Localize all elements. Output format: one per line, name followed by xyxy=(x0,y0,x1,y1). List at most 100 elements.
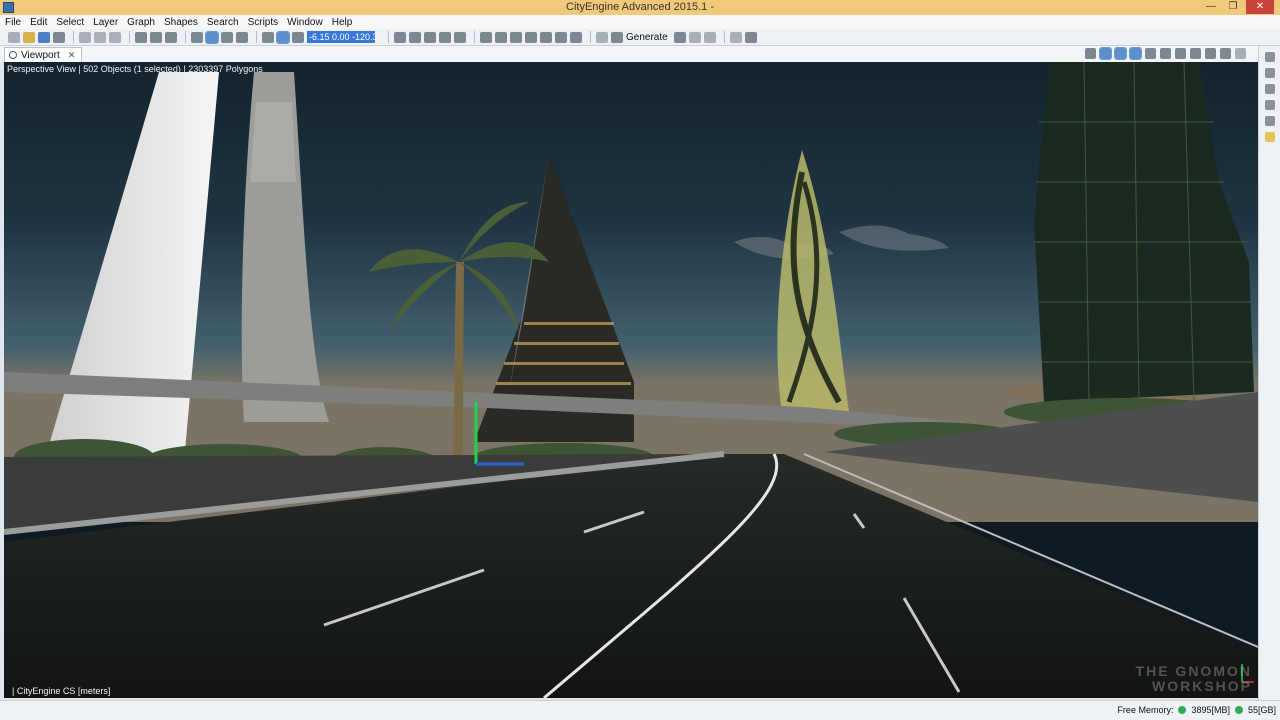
window-title: CityEngine Advanced 2015.1 - xyxy=(566,1,714,13)
snap-icon[interactable] xyxy=(262,31,274,43)
graph-icon[interactable] xyxy=(570,31,582,43)
main-toolbar: -6.15 0.00 -120.39 Generate xyxy=(0,29,1280,46)
scale-icon[interactable] xyxy=(165,31,177,43)
lighting-icon[interactable] xyxy=(1145,48,1156,59)
panel-restore-icon[interactable] xyxy=(1264,84,1275,94)
wireframe-icon[interactable] xyxy=(1099,47,1112,60)
cube-icon[interactable] xyxy=(480,31,492,43)
free-memory-label: Free Memory: xyxy=(1117,705,1174,715)
move-icon[interactable] xyxy=(135,31,147,43)
sun-icon[interactable] xyxy=(729,31,742,43)
polygon-tool-icon[interactable] xyxy=(424,31,436,43)
merge-icon[interactable] xyxy=(510,31,522,43)
coordinates-field[interactable]: -6.15 0.00 -120.39 xyxy=(307,31,375,43)
frame-icon[interactable] xyxy=(221,31,233,43)
viewport-3d-scene[interactable]: Perspective View | 502 Objects (1 select… xyxy=(4,62,1258,698)
restore-panel-icon[interactable] xyxy=(1264,52,1275,62)
layer-icon[interactable] xyxy=(555,31,567,43)
shading-icon[interactable] xyxy=(1114,47,1127,60)
tower-facade xyxy=(250,102,296,182)
panel-restore-icon[interactable] xyxy=(1264,116,1275,126)
menu-select[interactable]: Select xyxy=(56,17,84,28)
viewport-tab-label: Viewport xyxy=(21,49,60,61)
shadow-icon[interactable] xyxy=(1160,48,1171,59)
hud-polygon-count: 2303397 Polygons xyxy=(188,64,263,74)
watermark-line: WORKSHOP xyxy=(1152,678,1252,694)
hud-separator: | xyxy=(183,64,186,74)
close-button[interactable]: ✕ xyxy=(1246,0,1274,14)
viewport-hud: Perspective View | 502 Objects (1 select… xyxy=(7,64,263,74)
gnomon-watermark: THE GNOMON WORKSHOP xyxy=(1136,664,1252,694)
menu-file[interactable]: File xyxy=(5,17,21,28)
viewport-tab-strip: Viewport ✕ xyxy=(0,46,1280,62)
texture-icon[interactable] xyxy=(1129,47,1142,60)
clean-icon[interactable] xyxy=(703,31,716,43)
console-icon[interactable] xyxy=(1264,132,1275,142)
view-settings-icon[interactable] xyxy=(1085,48,1096,59)
copy-icon[interactable] xyxy=(94,31,106,43)
hud-separator: | xyxy=(78,64,81,74)
grid-icon[interactable] xyxy=(1175,48,1186,59)
hud-separator: | xyxy=(12,686,15,696)
viewport-icon xyxy=(9,51,17,59)
open-folder-icon[interactable] xyxy=(23,31,35,43)
menu-search[interactable]: Search xyxy=(207,17,239,28)
shapes-icon[interactable] xyxy=(540,31,552,43)
block-tool-icon[interactable] xyxy=(454,31,466,43)
toolbar-separator xyxy=(129,31,130,43)
memory-indicator-icon xyxy=(1178,706,1187,714)
viewport-tab[interactable]: Viewport ✕ xyxy=(4,47,83,62)
restore-button[interactable]: ❐ xyxy=(1224,0,1242,14)
subdivide-icon[interactable] xyxy=(525,31,537,43)
rotate-icon[interactable] xyxy=(150,31,162,43)
select-mode-icon[interactable] xyxy=(205,30,219,44)
viewport-tab-close-icon[interactable]: ✕ xyxy=(68,50,76,61)
menu-graph[interactable]: Graph xyxy=(127,17,155,28)
gear-icon[interactable] xyxy=(1205,48,1216,59)
toolbar-separator xyxy=(256,31,257,43)
status-bar: Free Memory: 3895[MB] 55[GB] xyxy=(0,700,1280,720)
toolbar-separator xyxy=(185,31,186,43)
street-tool-icon[interactable] xyxy=(394,31,406,43)
generate-button[interactable]: Generate xyxy=(626,32,668,43)
cleanup-icon[interactable] xyxy=(495,31,507,43)
cloud-icon[interactable] xyxy=(744,31,757,43)
update-icon[interactable] xyxy=(688,31,701,43)
info-icon[interactable] xyxy=(1264,100,1275,110)
shape-tool-icon[interactable] xyxy=(439,31,451,43)
coordinate-system-name: CityEngine CS [meters] xyxy=(16,686,111,696)
menu-help[interactable]: Help xyxy=(332,17,353,28)
generate-prev-icon[interactable] xyxy=(596,31,608,43)
menu-window[interactable]: Window xyxy=(287,17,323,28)
select-arrow-icon[interactable] xyxy=(191,31,203,43)
navigator-icon[interactable] xyxy=(1264,68,1275,78)
regenerate-icon[interactable] xyxy=(673,31,686,43)
camera-icon[interactable] xyxy=(276,30,290,44)
camera-bookmark-icon[interactable] xyxy=(1190,48,1201,59)
new-file-icon[interactable] xyxy=(8,31,20,43)
paste-icon[interactable] xyxy=(109,31,121,43)
free-memory-value: 3895[MB] xyxy=(1191,705,1230,715)
hud-object-count: 502 Objects xyxy=(83,64,132,74)
hud-view-mode[interactable]: Perspective View xyxy=(7,64,76,74)
generate-icon[interactable] xyxy=(611,31,623,43)
toolbar-separator xyxy=(590,31,591,43)
wrench-icon[interactable] xyxy=(53,31,65,43)
save-icon[interactable] xyxy=(38,31,50,43)
menu-bar: File Edit Select Layer Graph Shapes Sear… xyxy=(0,15,1280,29)
menu-edit[interactable]: Edit xyxy=(30,17,47,28)
grow-streets-icon[interactable] xyxy=(409,31,421,43)
zoom-icon[interactable] xyxy=(236,31,248,43)
coordinate-system-label: | CityEngine CS [meters] xyxy=(12,686,110,696)
lock-icon[interactable] xyxy=(292,31,304,43)
star-bookmark-icon[interactable] xyxy=(1220,48,1231,59)
minimize-button[interactable]: — xyxy=(1202,0,1220,14)
toolbar-separator xyxy=(388,31,389,43)
toolbar-separator xyxy=(73,31,74,43)
maximize-view-icon[interactable] xyxy=(1235,48,1246,59)
menu-scripts[interactable]: Scripts xyxy=(248,17,279,28)
cut-icon[interactable] xyxy=(79,31,91,43)
menu-shapes[interactable]: Shapes xyxy=(164,17,198,28)
title-bar[interactable]: CityEngine Advanced 2015.1 - — ❐ ✕ xyxy=(0,0,1280,15)
menu-layer[interactable]: Layer xyxy=(93,17,118,28)
